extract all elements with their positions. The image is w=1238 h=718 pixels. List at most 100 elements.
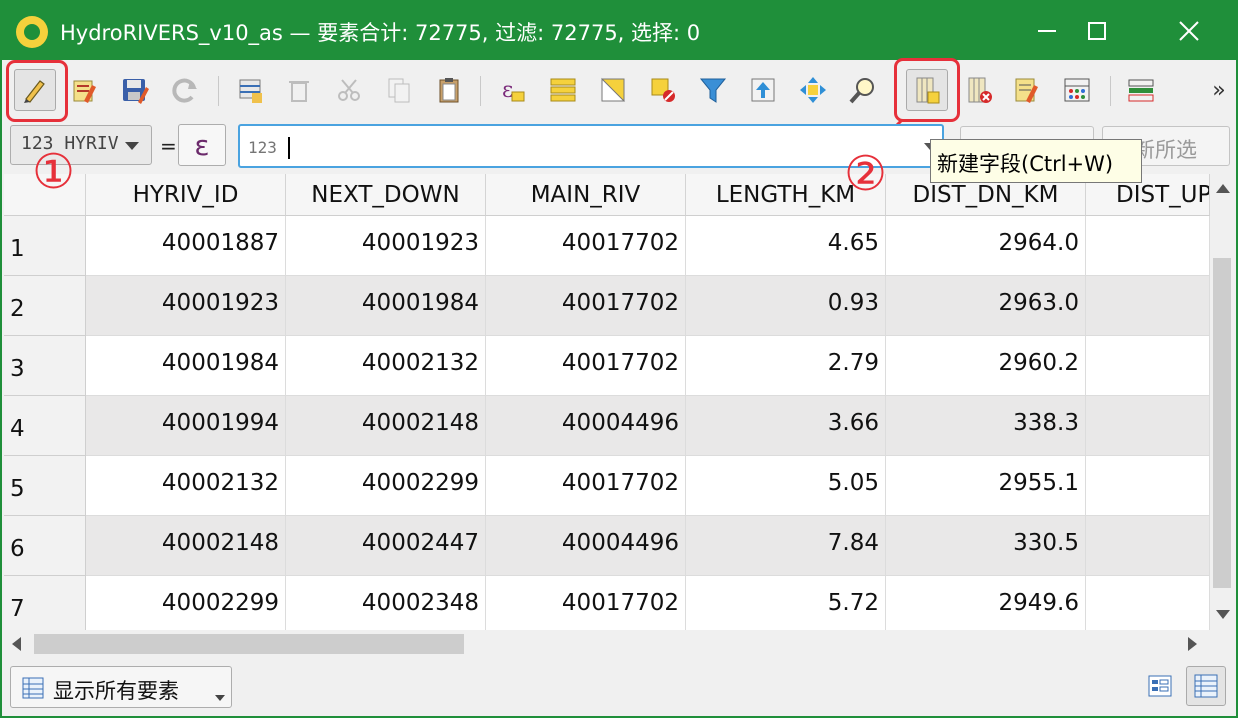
table-cell[interactable]: 40002299 bbox=[86, 576, 286, 630]
scroll-down-icon[interactable] bbox=[1216, 610, 1230, 619]
zoom-to-selection-button[interactable] bbox=[842, 69, 884, 111]
invert-selection-button[interactable] bbox=[592, 69, 634, 111]
table-cell[interactable]: 40002348 bbox=[286, 576, 486, 630]
table-cell[interactable] bbox=[1086, 456, 1210, 516]
table-cell[interactable]: 40002132 bbox=[86, 456, 286, 516]
row-number[interactable]: 5 bbox=[4, 456, 86, 516]
table-cell[interactable] bbox=[1086, 276, 1210, 336]
table-row[interactable]: 2 40001923 40001984 40017702 0.93 2963.0 bbox=[4, 276, 1210, 336]
table-cell[interactable]: 3.66 bbox=[686, 396, 886, 456]
table-row[interactable]: 3 40001984 40002132 40017702 2.79 2960.2 bbox=[4, 336, 1210, 396]
expression-input-field[interactable] bbox=[246, 132, 910, 162]
reload-button[interactable] bbox=[164, 69, 206, 111]
table-row[interactable]: 7 40002299 40002348 40017702 5.72 2949.6 bbox=[4, 576, 1210, 630]
paste-button[interactable] bbox=[428, 69, 470, 111]
table-cell[interactable] bbox=[1086, 216, 1210, 276]
move-selection-top-button[interactable] bbox=[742, 69, 784, 111]
table-cell[interactable]: 40001887 bbox=[86, 216, 286, 276]
window-title: HydroRIVERS_v10_as — 要素合计: 72775, 过滤: 72… bbox=[60, 21, 701, 45]
form-view-button[interactable] bbox=[1140, 666, 1180, 706]
table-cell[interactable]: 5.05 bbox=[686, 456, 886, 516]
deselect-all-button[interactable] bbox=[642, 69, 684, 111]
table-view-button[interactable] bbox=[1186, 666, 1226, 706]
table-cell[interactable]: 40001994 bbox=[86, 396, 286, 456]
table-cell[interactable]: 40004496 bbox=[486, 396, 686, 456]
table-cell[interactable]: 2.79 bbox=[686, 336, 886, 396]
table-cell[interactable]: 5.72 bbox=[686, 576, 886, 630]
table-row[interactable]: 1 40001887 40001923 40017702 4.65 2964.0 bbox=[4, 216, 1210, 276]
table-cell[interactable]: 40017702 bbox=[486, 576, 686, 630]
scroll-right-icon[interactable] bbox=[1188, 637, 1197, 651]
row-number[interactable]: 7 bbox=[4, 576, 86, 630]
vertical-scrollbar[interactable] bbox=[1210, 174, 1236, 630]
table-cell[interactable]: 40002148 bbox=[286, 396, 486, 456]
edit-table-button[interactable] bbox=[1006, 69, 1048, 111]
horizontal-scrollbar[interactable] bbox=[4, 630, 1210, 658]
row-number[interactable]: 1 bbox=[4, 216, 86, 276]
filter-button[interactable] bbox=[692, 69, 734, 111]
select-by-expression-button[interactable]: ε bbox=[492, 69, 534, 111]
table-cell[interactable] bbox=[1086, 576, 1210, 630]
table-cell[interactable]: 40001923 bbox=[86, 276, 286, 336]
dock-button[interactable] bbox=[1120, 69, 1162, 111]
table-cell[interactable] bbox=[1086, 516, 1210, 576]
scroll-left-icon[interactable] bbox=[12, 637, 21, 651]
table-cell[interactable] bbox=[1086, 336, 1210, 396]
table-cell[interactable]: 40002299 bbox=[286, 456, 486, 516]
pan-to-selection-button[interactable] bbox=[792, 69, 834, 111]
toolbar-overflow-button[interactable]: » bbox=[1198, 69, 1238, 111]
table-cell[interactable]: 2949.6 bbox=[886, 576, 1086, 630]
multi-edit-button[interactable] bbox=[64, 69, 106, 111]
expression-input[interactable] bbox=[238, 124, 944, 168]
table-list-icon bbox=[22, 677, 44, 699]
save-edits-button[interactable] bbox=[114, 69, 156, 111]
column-header[interactable]: HYRIV_ID bbox=[86, 174, 286, 216]
table-cell[interactable]: 338.3 bbox=[886, 396, 1086, 456]
table-cell[interactable]: 2964.0 bbox=[886, 216, 1086, 276]
table-cell[interactable]: 7.84 bbox=[686, 516, 886, 576]
expression-builder-button[interactable]: ε bbox=[178, 124, 226, 166]
table-cell[interactable]: 40002447 bbox=[286, 516, 486, 576]
select-all-button[interactable] bbox=[542, 69, 584, 111]
table-row[interactable]: 6 40002148 40002447 40004496 7.84 330.5 bbox=[4, 516, 1210, 576]
table-cell[interactable]: 40001923 bbox=[286, 216, 486, 276]
table-cell[interactable]: 40017702 bbox=[486, 276, 686, 336]
table-row[interactable]: 4 40001994 40002148 40004496 3.66 338.3 bbox=[4, 396, 1210, 456]
table-cell[interactable]: 0.93 bbox=[686, 276, 886, 336]
table-cell[interactable]: 40001984 bbox=[86, 336, 286, 396]
table-cell[interactable]: 40017702 bbox=[486, 456, 686, 516]
vertical-scroll-thumb[interactable] bbox=[1213, 258, 1231, 588]
row-number[interactable]: 3 bbox=[4, 336, 86, 396]
row-number[interactable]: 4 bbox=[4, 396, 86, 456]
field-calculator-button[interactable] bbox=[1056, 69, 1098, 111]
table-cell[interactable]: 40017702 bbox=[486, 216, 686, 276]
scroll-up-icon[interactable] bbox=[1216, 184, 1230, 193]
delete-selected-button[interactable] bbox=[278, 69, 320, 111]
horizontal-scroll-thumb[interactable] bbox=[34, 634, 464, 654]
copy-button[interactable] bbox=[378, 69, 420, 111]
table-cell[interactable] bbox=[1086, 396, 1210, 456]
column-header[interactable]: MAIN_RIV bbox=[486, 174, 686, 216]
close-button[interactable] bbox=[1144, 2, 1234, 60]
table-cell[interactable]: 4.65 bbox=[686, 216, 886, 276]
table-cell[interactable]: 40001984 bbox=[286, 276, 486, 336]
table-cell[interactable]: 2963.0 bbox=[886, 276, 1086, 336]
cut-button[interactable] bbox=[328, 69, 370, 111]
title-bar[interactable]: HydroRIVERS_v10_as — 要素合计: 72775, 过滤: 72… bbox=[2, 2, 1236, 60]
row-number[interactable]: 2 bbox=[4, 276, 86, 336]
table-cell[interactable]: 2955.1 bbox=[886, 456, 1086, 516]
table-cell[interactable]: 2960.2 bbox=[886, 336, 1086, 396]
table-cell[interactable]: 40002132 bbox=[286, 336, 486, 396]
table-cell[interactable]: 40002148 bbox=[86, 516, 286, 576]
delete-field-button[interactable] bbox=[958, 69, 1000, 111]
show-all-features-dropdown[interactable]: 显示所有要素 bbox=[10, 666, 232, 708]
attribute-table: HYRIV_ID NEXT_DOWN MAIN_RIV LENGTH_KM DI… bbox=[4, 174, 1210, 630]
table-cell[interactable]: 40017702 bbox=[486, 336, 686, 396]
row-number[interactable]: 6 bbox=[4, 516, 86, 576]
table-cell[interactable]: 40004496 bbox=[486, 516, 686, 576]
maximize-button[interactable] bbox=[1052, 2, 1142, 60]
table-row[interactable]: 5 40002132 40002299 40017702 5.05 2955.1 bbox=[4, 456, 1210, 516]
table-cell[interactable]: 330.5 bbox=[886, 516, 1086, 576]
add-feature-button[interactable] bbox=[230, 69, 272, 111]
column-header[interactable]: NEXT_DOWN bbox=[286, 174, 486, 216]
